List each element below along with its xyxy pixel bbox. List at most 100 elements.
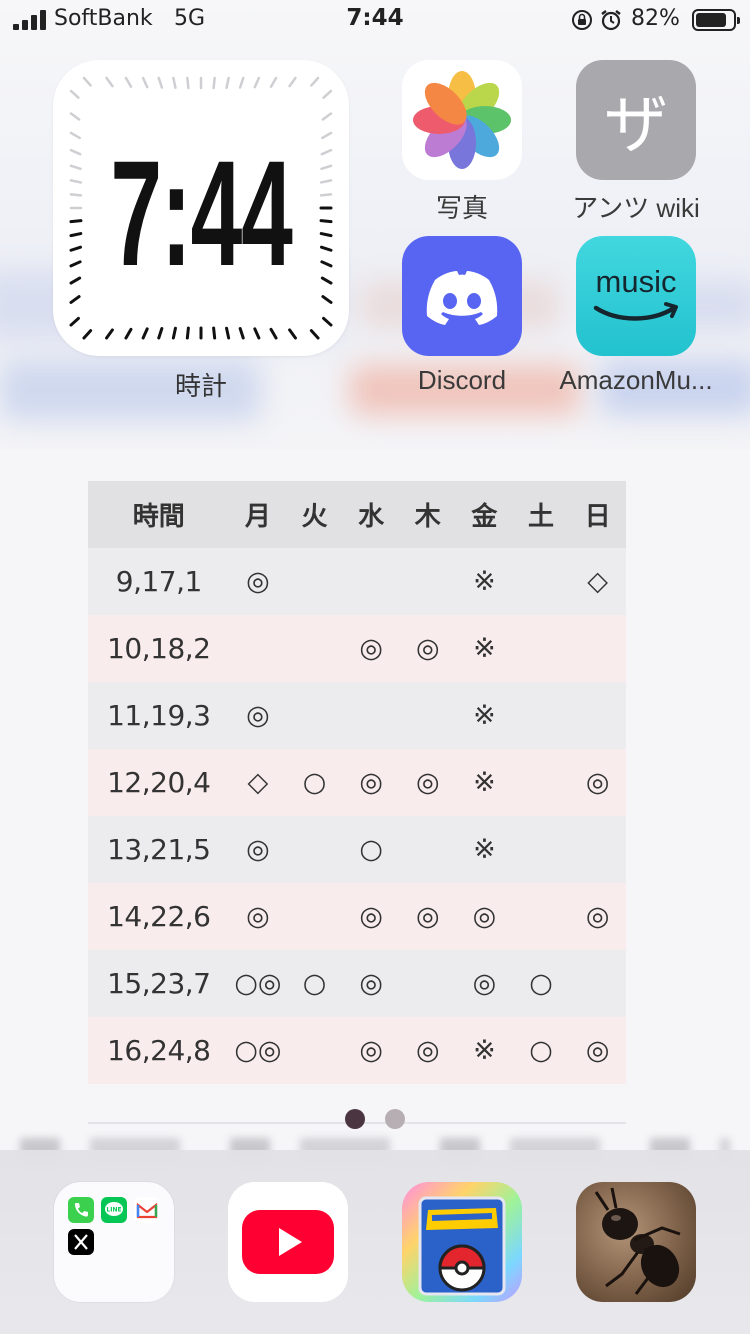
clock-tick xyxy=(212,76,216,90)
battery-icon xyxy=(692,9,740,31)
clock-tick xyxy=(225,76,230,90)
timetable-time-cell: 14,22,6 xyxy=(88,883,230,950)
clock-tick xyxy=(69,245,83,252)
clock-tick xyxy=(320,148,333,156)
timetable-mark-cell xyxy=(342,548,400,615)
alarm-icon xyxy=(601,10,621,31)
timetable-mark-cell: ◇ xyxy=(229,749,287,816)
clock-tick xyxy=(320,164,333,171)
orientation-lock-icon xyxy=(572,10,592,30)
clock-tick xyxy=(69,131,81,140)
clock-tick xyxy=(82,329,93,340)
timetable-header-row: 時間月火水木金土日 xyxy=(88,481,626,548)
clock-widget-label: 時計 xyxy=(174,371,227,401)
timetable-row: 14,22,6 ◎ ◎ ◎ ◎ ◎ xyxy=(88,883,626,950)
timetable-mark-cell xyxy=(286,816,343,883)
timetable-mark-cell xyxy=(399,950,457,1017)
timetable-mark-cell: ◎ xyxy=(399,749,457,816)
x-icon xyxy=(68,1229,94,1255)
timetable-mark-cell: ◎ xyxy=(569,1017,626,1084)
timetable-mark-cell: ○ xyxy=(342,816,400,883)
timetable-mark-cell: ○◎ xyxy=(229,950,287,1017)
clock-tick xyxy=(141,76,149,89)
timetable-mark-cell xyxy=(286,615,343,682)
clock-tick xyxy=(69,232,83,238)
timetable-header-day: 月 xyxy=(229,481,287,548)
timetable-mark-cell xyxy=(399,682,457,749)
timetable-time-cell: 15,23,7 xyxy=(88,950,230,1017)
timetable-mark-cell: ※ xyxy=(456,548,513,615)
timetable-mark-cell: ◎ xyxy=(456,883,513,950)
clock-tick xyxy=(69,148,82,156)
clock-widget[interactable]: 7:44 xyxy=(53,60,349,356)
timetable-mark-cell: ○ xyxy=(512,1017,570,1084)
clock-tick xyxy=(124,76,133,88)
clock-tick xyxy=(320,276,333,285)
timetable-mark-cell xyxy=(286,682,343,749)
timetable-mark-cell: ◎ xyxy=(229,548,287,615)
timetable-header-day: 木 xyxy=(399,481,457,548)
timetable-mark-cell: ◎ xyxy=(229,682,287,749)
clock-tick xyxy=(321,112,333,121)
clock-tick xyxy=(238,76,245,89)
clock-tick xyxy=(69,89,80,99)
ants-wiki-app-icon[interactable]: ザ xyxy=(576,60,696,180)
ant-game-app-icon[interactable] xyxy=(576,1182,696,1302)
youtube-app-icon[interactable] xyxy=(228,1182,348,1302)
timetable-mark-cell xyxy=(512,615,570,682)
amazon-music-app-icon[interactable]: music xyxy=(576,236,696,356)
timetable-time-cell: 11,19,3 xyxy=(88,682,230,749)
clock-tick xyxy=(105,76,114,88)
clock-tick xyxy=(69,112,81,121)
timetable-mark-cell: ※ xyxy=(456,749,513,816)
amazon-music-app-label: AmazonMu... xyxy=(559,365,713,395)
app-folder-icon[interactable]: LINE xyxy=(54,1182,174,1302)
photos-app-label: 写真 xyxy=(435,193,488,223)
clock-tick xyxy=(322,89,333,99)
timetable-mark-cell xyxy=(512,682,570,749)
clock-tick xyxy=(157,326,164,340)
gmail-icon xyxy=(134,1197,160,1223)
status-bar: SoftBank 5G 7:44 82% xyxy=(0,0,750,40)
discord-app-icon[interactable] xyxy=(402,236,522,356)
pokemon-tcg-app-icon[interactable] xyxy=(402,1182,522,1302)
amazon-smile-icon xyxy=(593,302,678,321)
timetable-time-cell: 9,17,1 xyxy=(88,548,230,615)
timetable-mark-cell: ◎ xyxy=(342,749,400,816)
timetable-header-day: 日 xyxy=(569,481,626,548)
page-indicator-dot-active[interactable] xyxy=(345,1109,365,1129)
clock-tick xyxy=(319,179,333,184)
clock-tick xyxy=(69,164,82,171)
timetable-mark-cell: ○ xyxy=(286,749,343,816)
clock-tick xyxy=(69,316,80,327)
youtube-play-icon xyxy=(242,1210,334,1274)
clock-tick xyxy=(310,76,320,87)
clock-tick xyxy=(319,219,333,224)
line-icon: LINE xyxy=(101,1197,127,1223)
battery-percentage: 82% xyxy=(631,6,680,31)
timetable-mark-cell: ◎ xyxy=(399,883,457,950)
clock-tick xyxy=(225,326,231,340)
timetable-mark-cell: ○◎ xyxy=(229,1017,287,1084)
clock-tick xyxy=(320,260,333,268)
timetable-row: 10,18,2 ◎ ◎ ※ xyxy=(88,615,626,682)
clock-tick xyxy=(82,76,92,87)
clock-tick xyxy=(69,179,83,184)
timetable-mark-cell: ※ xyxy=(456,615,513,682)
page-indicator-dot[interactable] xyxy=(385,1109,405,1129)
photos-app-icon[interactable] xyxy=(402,60,522,180)
clock-widget-time: 7:44 xyxy=(110,129,292,297)
timetable-mark-cell: ○ xyxy=(286,950,343,1017)
timetable-mark-cell: ◎ xyxy=(399,1017,457,1084)
timetable-mark-cell: ◎ xyxy=(342,883,400,950)
clock-tick xyxy=(105,328,114,340)
timetable-row: 11,19,3 ◎ ※ xyxy=(88,682,626,749)
timetable-header-day: 火 xyxy=(286,481,343,548)
clock-tick xyxy=(322,316,333,327)
timetable-mark-cell: ◎ xyxy=(342,950,400,1017)
clock-tick xyxy=(69,193,83,197)
timetable-mark-cell: ※ xyxy=(456,1017,513,1084)
ants-wiki-glyph: ザ xyxy=(604,89,668,163)
timetable-time-cell: 12,20,4 xyxy=(88,749,230,816)
clock-tick xyxy=(185,326,190,340)
